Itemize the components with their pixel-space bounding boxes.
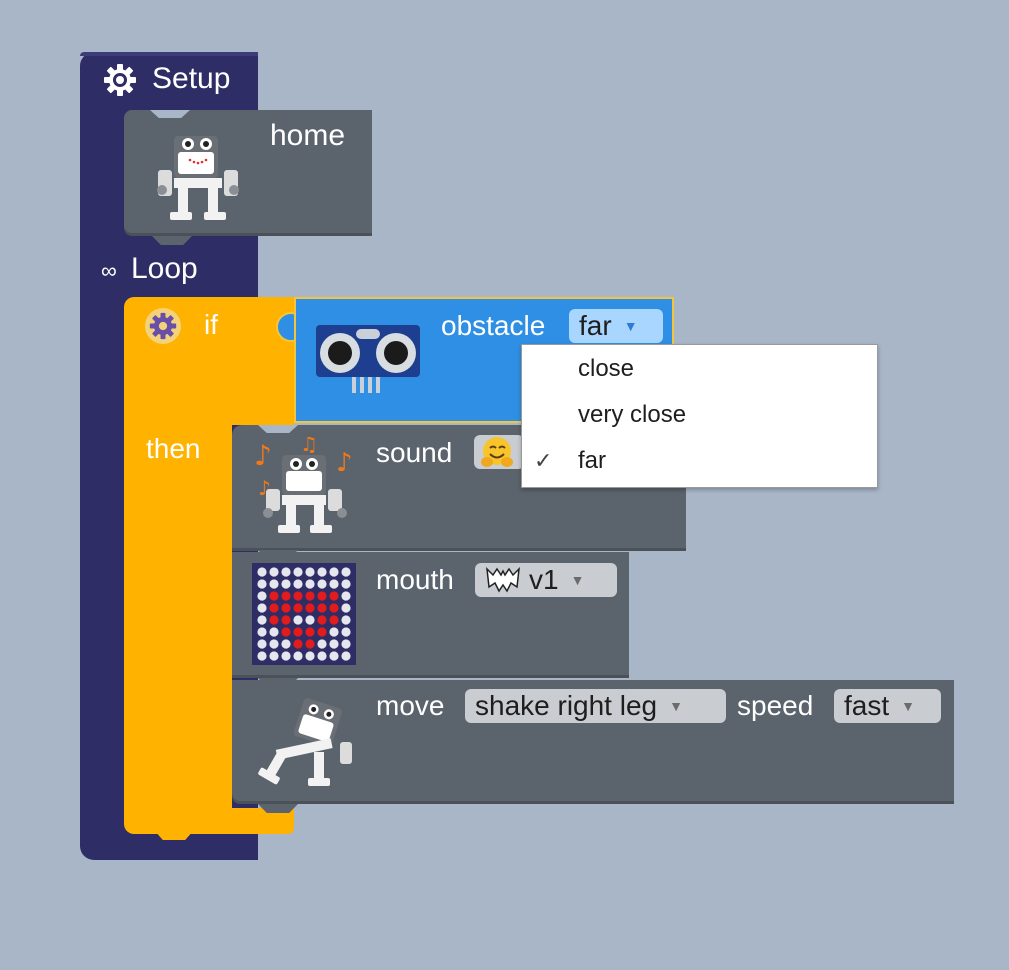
svg-text:♪: ♪ — [254, 439, 272, 472]
move-speed-dropdown[interactable]: fast ▼ — [834, 689, 941, 723]
menu-item-close[interactable]: close — [522, 346, 877, 392]
then-label: then — [146, 433, 201, 464]
robot-icon — [157, 136, 239, 220]
menu-item-label: far — [578, 447, 607, 474]
loop-label: Loop — [131, 252, 198, 285]
menu-item-very-close[interactable]: very close — [522, 392, 877, 438]
dropdown-value: far — [579, 310, 612, 341]
led-matrix-icon — [252, 563, 356, 665]
dropdown-value: shake right leg — [475, 690, 658, 721]
obstacle-distance-dropdown[interactable]: far ▼ — [569, 309, 663, 343]
menu-item-label: close — [578, 355, 635, 382]
obstacle-label: obstacle — [441, 310, 546, 341]
if-block-body — [124, 425, 232, 808]
home-label: home — [270, 119, 346, 152]
move-action-dropdown[interactable]: shake right leg ▼ — [465, 689, 726, 723]
move-label: move — [376, 690, 445, 721]
sound-dropdown[interactable] — [474, 435, 524, 469]
mouth-dropdown[interactable]: v1 ▼ — [475, 563, 617, 597]
dropdown-value: v1 — [529, 564, 559, 595]
ultrasonic-sensor-icon — [316, 325, 420, 393]
bat-icon — [486, 566, 520, 593]
infinity-icon: ∞ — [101, 258, 117, 283]
menu-item-label: very close — [578, 401, 687, 428]
dropdown-value: fast — [844, 690, 890, 721]
svg-text:♫: ♫ — [300, 437, 318, 456]
dancing-robot-icon: ♪ ♫ ♪ ♪ — [254, 437, 353, 533]
gear-icon — [104, 64, 136, 96]
dropdown-caret-icon: ▼ — [901, 698, 915, 714]
hugging-face-icon — [481, 437, 513, 467]
svg-text:♪: ♪ — [336, 448, 353, 478]
menu-item-far[interactable]: ✓ far — [522, 438, 877, 484]
sound-label: sound — [376, 437, 453, 468]
checkmark-icon: ✓ — [534, 448, 553, 473]
dropdown-caret-icon: ▼ — [669, 698, 683, 714]
gear-icon — [149, 312, 177, 340]
speed-label: speed — [737, 690, 814, 721]
mouth-label: mouth — [376, 564, 454, 595]
if-label: if — [204, 309, 218, 340]
shaking-robot-icon — [258, 698, 352, 786]
dropdown-caret-icon: ▼ — [623, 318, 638, 334]
program-block-top — [80, 52, 258, 56]
dropdown-caret-icon: ▼ — [570, 572, 585, 588]
dropdown-menu: close very close ✓ far — [521, 344, 878, 488]
setup-label: Setup — [152, 62, 231, 95]
